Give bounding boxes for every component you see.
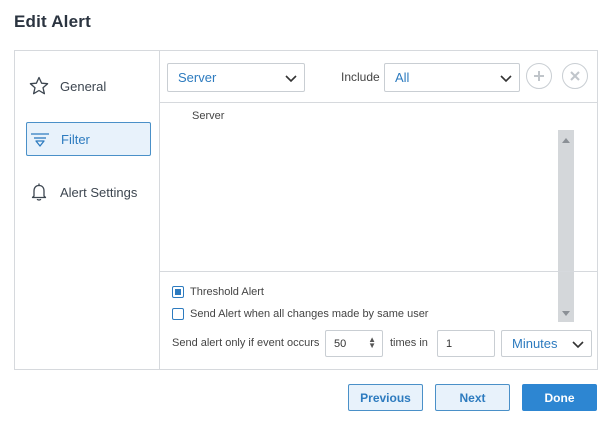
chevron-down-icon bbox=[284, 71, 298, 85]
sidebar-item-alert-settings[interactable]: Alert Settings bbox=[26, 175, 151, 209]
time-unit-select[interactable]: Minutes bbox=[501, 330, 592, 357]
sidebar-item-label: Filter bbox=[61, 131, 90, 147]
sidebar-nav: General Filter Alert Settings bbox=[15, 51, 160, 369]
sidebar-item-label: Alert Settings bbox=[60, 184, 138, 200]
time-window-input[interactable]: 1 bbox=[437, 330, 495, 357]
occurs-count-stepper[interactable]: 50 ▲ ▼ bbox=[325, 330, 383, 357]
chevron-down-icon bbox=[499, 71, 513, 85]
include-label: Include bbox=[341, 70, 380, 84]
send-alert-label: Send alert only if event occurs bbox=[172, 337, 320, 349]
scroll-up-icon[interactable] bbox=[562, 138, 570, 143]
include-select[interactable]: All bbox=[384, 63, 520, 92]
type-select-value: Server bbox=[178, 70, 217, 85]
include-select-value: All bbox=[395, 70, 410, 85]
page-title: Edit Alert bbox=[14, 12, 91, 31]
sidebar-item-general[interactable]: General bbox=[26, 69, 151, 103]
threshold-alert-checkbox[interactable] bbox=[172, 286, 184, 298]
add-filter-button[interactable] bbox=[526, 63, 552, 89]
same-user-option[interactable]: Send Alert when all changes made by same… bbox=[172, 308, 428, 320]
previous-button[interactable]: Previous bbox=[348, 384, 423, 411]
time-unit-value: Minutes bbox=[512, 336, 558, 351]
filter-toolbar: Server Include All bbox=[160, 51, 597, 103]
same-user-label: Send Alert when all changes made by same… bbox=[190, 308, 429, 320]
chevron-down-icon bbox=[571, 337, 585, 351]
sidebar-item-label: General bbox=[60, 78, 107, 94]
list-item[interactable]: Server bbox=[192, 110, 224, 122]
alert-options: Threshold Alert Send Alert when all chan… bbox=[160, 271, 597, 369]
time-window-value: 1 bbox=[446, 337, 453, 350]
remove-filter-button[interactable] bbox=[562, 63, 588, 89]
threshold-alert-label: Threshold Alert bbox=[190, 286, 264, 298]
plus-icon bbox=[534, 71, 544, 81]
same-user-checkbox[interactable] bbox=[172, 308, 184, 320]
sidebar-item-filter[interactable]: Filter bbox=[26, 122, 151, 156]
edit-alert-dialog: General Filter Alert Settings Server Inc… bbox=[14, 50, 598, 370]
stepper-arrows-icon[interactable]: ▲ ▼ bbox=[368, 336, 376, 350]
type-select[interactable]: Server bbox=[167, 63, 305, 92]
threshold-alert-option[interactable]: Threshold Alert bbox=[172, 286, 264, 298]
bell-icon bbox=[28, 181, 50, 203]
occurs-count-value: 50 bbox=[334, 337, 347, 350]
star-icon bbox=[28, 75, 50, 97]
done-button[interactable]: Done bbox=[522, 384, 597, 411]
close-icon bbox=[570, 71, 580, 81]
filter-icon bbox=[29, 128, 51, 150]
times-in-label: times in bbox=[390, 337, 428, 349]
next-button[interactable]: Next bbox=[435, 384, 510, 411]
filter-panel: Server Include All Server Threshold Aler… bbox=[160, 51, 597, 369]
